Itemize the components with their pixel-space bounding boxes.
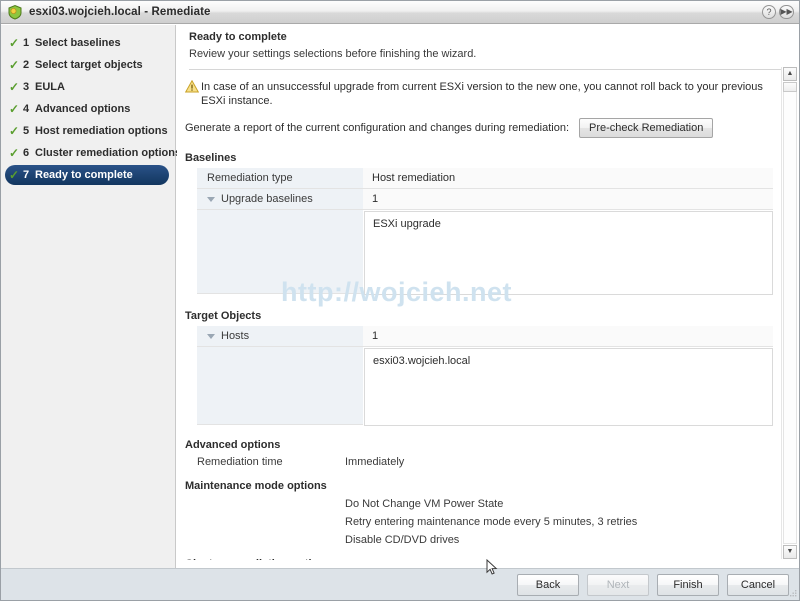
page-subtitle: Review your settings selections before f… [189,48,785,60]
pre-check-remediation-button[interactable]: Pre-check Remediation [579,118,713,138]
remediation-time-label: Remediation time [185,456,345,468]
detail-gutter [197,347,363,425]
target-objects-heading: Target Objects [177,296,779,326]
step-check-icon: ✓ [9,81,23,93]
remediation-time-value: Immediately [345,456,404,468]
table-row: Hosts 1 [197,326,773,347]
maintenance-option-value: Retry entering maintenance mode every 5 … [345,516,779,528]
titlebar-actions: ? ▶▶ [762,5,799,19]
upgrade-baselines-label: Upgrade baselines [221,193,313,205]
sidebar-step-select-baselines[interactable]: ✓ 1 Select baselines [5,33,169,53]
step-check-icon: ✓ [9,125,23,137]
target-objects-detail-value: esxi03.wojcieh.local [364,348,773,426]
wizard-steps-sidebar: ✓ 1 Select baselines ✓ 2 Select target o… [1,25,176,568]
advanced-options-heading: Advanced options [185,439,779,451]
window-title: esxi03.wojcieh.local - Remediate [29,6,211,18]
scrollbar-track[interactable] [783,82,797,544]
step-number: 4 [23,103,35,115]
target-objects-detail-row: esxi03.wojcieh.local [197,347,773,427]
sidebar-step-eula[interactable]: ✓ 3 EULA [5,77,169,97]
row-value: Host remediation [363,168,773,188]
window-titlebar: esxi03.wojcieh.local - Remediate ? ▶▶ [1,1,799,24]
scroll-down-arrow-icon[interactable]: ▼ [783,545,797,559]
target-objects-table: Hosts 1 esxi03.wojcieh.local [197,326,773,427]
step-number: 7 [23,169,35,181]
summary-sections: Advanced options Remediation time Immedi… [177,439,779,560]
sidebar-step-host-remediation-options[interactable]: ✓ 5 Host remediation options [5,121,169,141]
step-number: 5 [23,125,35,137]
step-check-icon: ✓ [9,103,23,115]
cancel-button[interactable]: Cancel [727,574,789,596]
remediate-wizard-window: esxi03.wojcieh.local - Remediate ? ▶▶ ✓ … [0,0,800,601]
host-icon [7,4,23,20]
baselines-detail-value: ESXi upgrade [364,211,773,295]
next-button: Next [587,574,649,596]
step-label: Advanced options [35,103,130,115]
step-number: 1 [23,37,35,49]
advanced-options-row: Remediation time Immediately [185,456,779,468]
warning-triangle-icon [185,80,201,96]
step-label: Select baselines [35,37,121,49]
step-label: EULA [35,81,65,93]
cluster-remediation-options-heading: Cluster remediation options [185,558,779,560]
step-number: 2 [23,59,35,71]
hosts-label: Hosts [221,330,249,342]
finish-button[interactable]: Finish [657,574,719,596]
step-label: Select target objects [35,59,143,71]
back-button[interactable]: Back [517,574,579,596]
sidebar-step-ready-to-complete[interactable]: ✓ 7 Ready to complete [5,165,169,185]
baselines-detail-row: ESXi upgrade [197,210,773,296]
step-check-icon: ✓ [9,37,23,49]
step-label: Host remediation options [35,125,168,137]
row-value: 1 [363,189,773,209]
maintenance-option-value: Disable CD/DVD drives [345,534,779,546]
step-number: 3 [23,81,35,93]
row-key: Remediation type [197,168,363,188]
precheck-row: Generate a report of the current configu… [177,108,779,138]
baselines-heading: Baselines [177,138,779,168]
content-scroll-region: In case of an unsuccessful upgrade from … [177,70,779,560]
sidebar-step-select-target-objects[interactable]: ✓ 2 Select target objects [5,55,169,75]
row-key: Hosts [197,326,363,346]
step-check-icon: ✓ [9,169,23,181]
sidebar-step-advanced-options[interactable]: ✓ 4 Advanced options [5,99,169,119]
row-value: 1 [363,326,773,346]
content-vertical-scrollbar[interactable]: ▲ ▼ [781,67,797,559]
step-check-icon: ✓ [9,147,23,159]
step-check-icon: ✓ [9,59,23,71]
detail-gutter [197,210,363,294]
sidebar-step-cluster-remediation-options[interactable]: ✓ 6 Cluster remediation options [5,143,169,163]
warning-text: In case of an unsuccessful upgrade from … [201,80,767,108]
step-label: Cluster remediation options [35,147,181,159]
baselines-table: Remediation type Host remediation Upgrad… [197,168,773,296]
collapse-chevron-icon[interactable]: ▶▶ [779,5,794,19]
resize-grip-icon[interactable] [788,589,797,598]
scrollbar-thumb[interactable] [783,82,797,92]
scroll-up-arrow-icon[interactable]: ▲ [783,67,797,81]
maintenance-mode-options-heading: Maintenance mode options [185,480,779,492]
maintenance-option-value: Do Not Change VM Power State [345,498,779,510]
row-key: Upgrade baselines [197,189,363,209]
table-row: Remediation type Host remediation [197,168,773,189]
wizard-content-panel: Ready to complete Review your settings s… [177,25,799,568]
expand-triangle-icon[interactable] [207,334,215,339]
expand-triangle-icon[interactable] [207,197,215,202]
wizard-footer: Back Next Finish Cancel [1,568,799,600]
step-label: Ready to complete [35,169,133,181]
help-icon[interactable]: ? [762,5,776,19]
page-title: Ready to complete [189,31,785,43]
table-row: Upgrade baselines 1 [197,189,773,210]
content-header: Ready to complete Review your settings s… [177,25,799,70]
precheck-label: Generate a report of the current configu… [185,122,569,134]
upgrade-warning: In case of an unsuccessful upgrade from … [177,70,779,108]
remediation-type-label: Remediation type [207,172,293,184]
step-number: 6 [23,147,35,159]
